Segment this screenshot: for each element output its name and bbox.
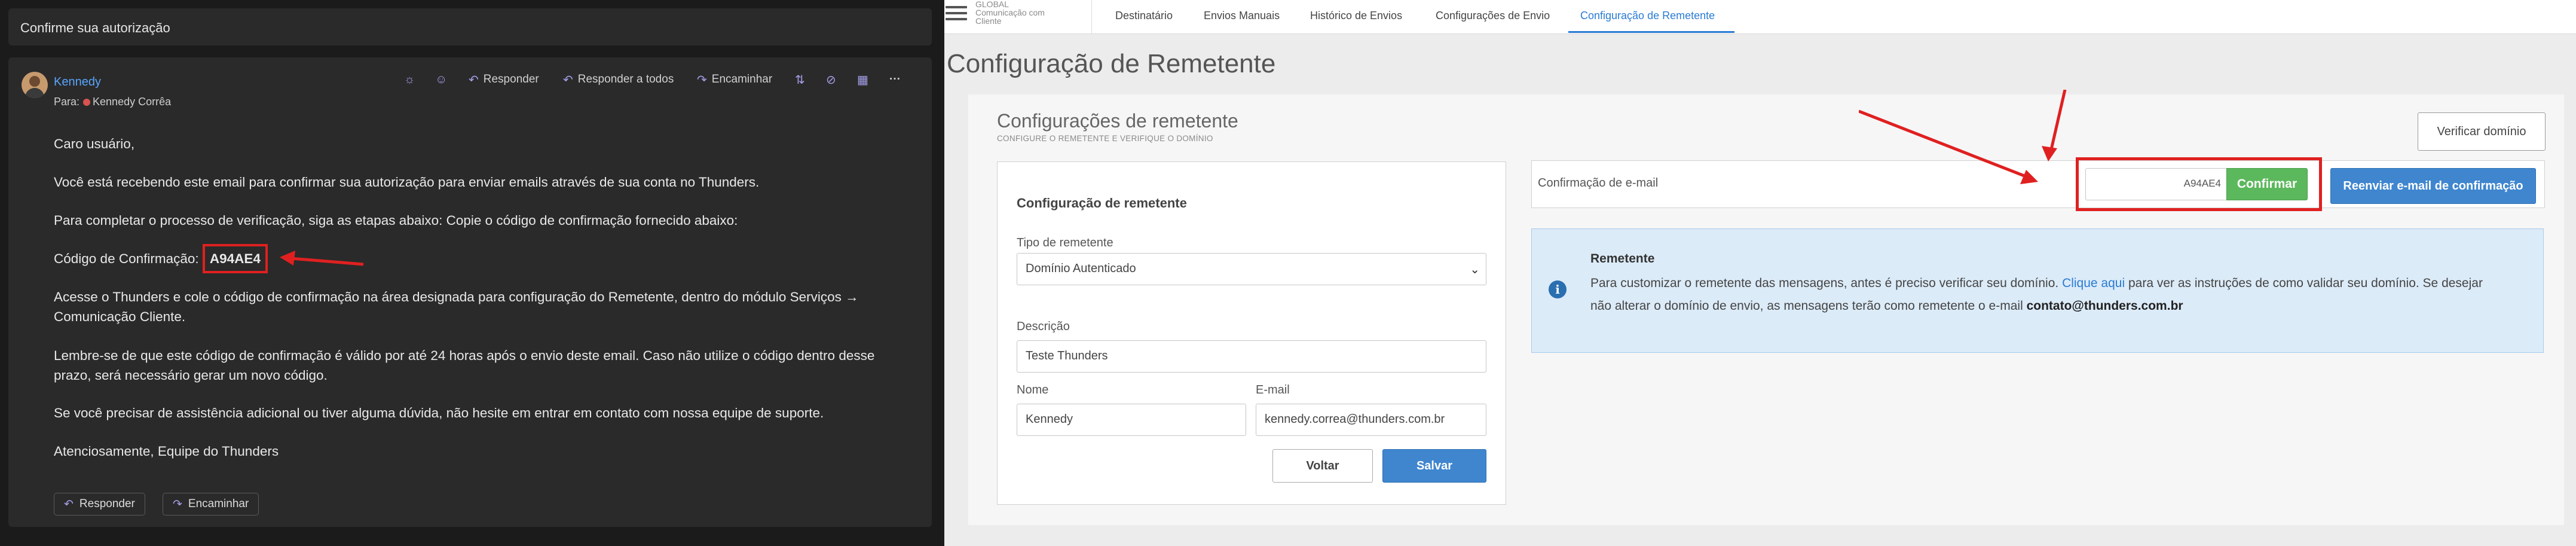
- tab-configuracoes-envio[interactable]: Configurações de Envio: [1436, 10, 1550, 22]
- module-brand: GLOBAL Comunicação com Cliente: [975, 0, 1045, 26]
- card-title: Configurações de remetente: [997, 110, 1238, 132]
- email-paragraph-3: Acesse o Thunders e cole o código de con…: [54, 289, 859, 324]
- confirmation-code-line: Código de Confirmação: A94AE4: [54, 244, 908, 273]
- tab-destinatario[interactable]: Destinatário: [1115, 10, 1173, 22]
- reply-all-button[interactable]: ↶ Responder a todos: [563, 71, 674, 89]
- menu-icon[interactable]: [946, 6, 967, 24]
- info-icon: i: [1549, 280, 1567, 298]
- recipient-name[interactable]: Kennedy Corrêa: [93, 96, 171, 108]
- reply-all-icon: ↶: [563, 73, 573, 87]
- sender-name[interactable]: Kennedy: [54, 75, 101, 89]
- recipient-line: Para: Kennedy Corrêa: [54, 96, 171, 108]
- grid-icon[interactable]: ▦: [857, 71, 868, 89]
- sender-info-alert: i Remetente Para customizar o remetente …: [1531, 228, 2544, 353]
- presence-dot: [83, 99, 91, 106]
- info-text: Para customizar o remetente das mensagen…: [1590, 276, 2483, 313]
- sender-settings-card: Configurações de remetente CONFIGURE O R…: [968, 94, 2564, 525]
- apps-icon[interactable]: ⇅: [795, 71, 805, 89]
- email-subject: Confirme sua autorização: [20, 20, 170, 35]
- card-subtitle: CONFIGURE O REMETENTE E VERIFIQUE O DOMÍ…: [997, 134, 1213, 143]
- emoji-icon[interactable]: ☺: [435, 71, 447, 89]
- verify-domain-button[interactable]: Verificar domínio: [2418, 112, 2546, 151]
- email-label: E-mail: [1256, 383, 1290, 396]
- forward-button[interactable]: ↷ Encaminhar: [697, 71, 772, 89]
- sender-type-label: Tipo de remetente: [1017, 236, 1113, 249]
- back-button[interactable]: Voltar: [1272, 449, 1373, 483]
- description-label: Descrição: [1017, 320, 1070, 333]
- name-label: Nome: [1017, 383, 1049, 396]
- top-navigation: GLOBAL Comunicação com Cliente Destinatá…: [944, 0, 2576, 34]
- more-icon[interactable]: ···: [889, 71, 901, 89]
- email-paragraph-2: Para completar o processo de verificação…: [54, 213, 738, 228]
- chevron-down-icon: ⌄: [1470, 263, 1480, 276]
- email-message: Kennedy Para: Kennedy Corrêa ☼ ☺ ↶ Respond…: [8, 57, 932, 527]
- tab-envios-manuais[interactable]: Envios Manuais: [1204, 10, 1280, 22]
- annotation-highlight-box: [2076, 157, 2322, 211]
- save-button[interactable]: Salvar: [1382, 449, 1486, 483]
- confirmation-code: A94AE4: [202, 244, 268, 273]
- tab-historico-envios[interactable]: Histórico de Envios: [1310, 10, 1402, 22]
- form-title: Configuração de remetente: [1017, 196, 1187, 211]
- sender-form-panel: Configuração de remetente Tipo de remete…: [997, 161, 1506, 505]
- tab-configuracao-remetente[interactable]: Configuração de Remetente: [1580, 10, 1715, 22]
- footer-forward-button[interactable]: ↷ Encaminhar: [163, 493, 259, 516]
- default-sender-email: contato@thunders.com.br: [2026, 299, 2183, 313]
- email-paragraph-1: Você está recebendo este email para conf…: [54, 175, 760, 190]
- active-tab-indicator: [1568, 31, 1734, 33]
- instructions-link[interactable]: Clique aqui: [2062, 276, 2125, 290]
- info-title: Remetente: [1590, 252, 1655, 266]
- link-icon[interactable]: ⊘: [826, 71, 836, 89]
- resend-confirmation-button[interactable]: Reenviar e-mail de confirmação: [2330, 168, 2536, 204]
- code-label: Código de Confirmação:: [54, 251, 199, 266]
- reply-icon: ↶: [64, 498, 74, 511]
- annotation-arrows: [1859, 90, 2067, 184]
- name-input[interactable]: Kennedy: [1017, 404, 1246, 436]
- sender-type-select[interactable]: Domínio Autenticado ⌄: [1017, 253, 1486, 285]
- forward-icon: ↷: [697, 73, 707, 87]
- email-paragraph-5: Se você precisar de assistência adiciona…: [54, 405, 824, 420]
- forward-icon: ↷: [173, 498, 182, 511]
- footer-reply-button[interactable]: ↶ Responder: [54, 493, 145, 516]
- reply-button[interactable]: ↶ Responder: [469, 71, 539, 89]
- sender-config-app: GLOBAL Comunicação com Cliente Destinatá…: [944, 0, 2576, 546]
- sender-avatar[interactable]: [22, 72, 48, 98]
- email-paragraph-4: Lembre-se de que este código de confirma…: [54, 348, 875, 383]
- page-title: Configuração de Remetente: [947, 49, 1276, 78]
- email-reader-pane: Confirme sua autorização Kennedy Para: Ke…: [0, 0, 944, 546]
- email-input[interactable]: kennedy.correa@thunders.com.br: [1256, 404, 1486, 436]
- to-label: Para:: [54, 96, 80, 108]
- email-greeting: Caro usuário,: [54, 136, 135, 151]
- email-subject-bar: Confirme sua autorização: [8, 8, 932, 45]
- reply-icon: ↶: [469, 73, 479, 87]
- email-signoff: Atenciosamente, Equipe do Thunders: [54, 444, 279, 459]
- description-input[interactable]: Teste Thunders: [1017, 340, 1486, 373]
- annotation-arrow-left: [280, 251, 364, 266]
- sun-icon[interactable]: ☼: [404, 71, 415, 89]
- email-confirmation-label: Confirmação de e-mail: [1538, 176, 1659, 190]
